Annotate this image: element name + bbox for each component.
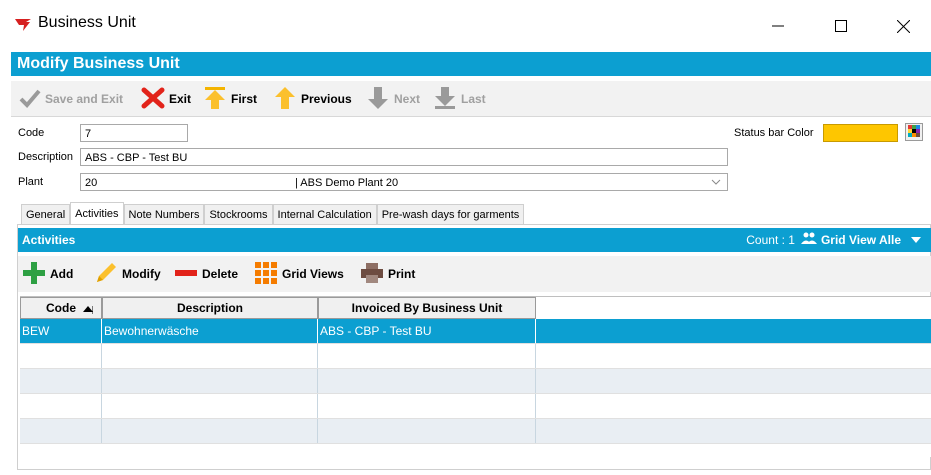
add-label: Add	[50, 267, 74, 281]
grid-view-selector[interactable]: Count : 1 Grid View Alle	[746, 228, 921, 252]
column-header-code[interactable]: Code	[20, 297, 102, 319]
plant-name: | ABS Demo Plant 20	[295, 177, 399, 189]
arrow-up-icon	[273, 86, 301, 113]
cell-empty	[20, 394, 102, 418]
plant-code: 20	[85, 177, 98, 189]
tab-internal-calculation[interactable]: Internal Calculation	[272, 204, 377, 225]
table-row-empty	[20, 344, 931, 369]
tab-note-numbers[interactable]: Note Numbers	[123, 204, 205, 225]
cell-empty	[20, 369, 102, 393]
activities-grid: Code Description Invoiced By Business Un…	[20, 296, 931, 457]
delete-button[interactable]: Delete	[174, 262, 238, 286]
status-bar-color-label: Status bar Color	[734, 127, 814, 139]
cell-empty	[318, 394, 536, 418]
print-label: Print	[388, 267, 416, 281]
exit-label: Exit	[169, 92, 192, 106]
plant-select[interactable]: 20 | ABS Demo Plant 20	[80, 173, 728, 191]
save-and-exit-label: Save and Exit	[45, 92, 124, 106]
grid-view-label: Grid View Alle	[820, 233, 901, 247]
cell-empty	[102, 394, 318, 418]
tab-stockrooms[interactable]: Stockrooms	[204, 204, 273, 225]
modify-button[interactable]: Modify	[94, 262, 161, 286]
color-palette-button[interactable]	[905, 123, 923, 141]
window-titlebar: Business Unit	[0, 0, 931, 46]
table-row-empty	[20, 369, 931, 394]
cell-empty	[102, 369, 318, 393]
cell-empty	[318, 344, 536, 368]
print-button[interactable]: Print	[360, 262, 415, 286]
code-label: Code	[18, 127, 45, 139]
cell-empty	[318, 369, 536, 393]
main-toolbar: Save and Exit Exit First Previous Next L…	[11, 81, 931, 117]
description-label: Description	[18, 151, 74, 163]
cell-empty	[318, 419, 536, 443]
close-button[interactable]	[880, 10, 926, 42]
cell-invoiced-by: ABS - CBP - Test BU	[318, 319, 536, 343]
status-bar-color-swatch[interactable]	[823, 124, 898, 142]
column-header-invoiced-by[interactable]: Invoiced By Business Unit	[318, 297, 536, 319]
window-title: Business Unit	[38, 14, 136, 31]
cell-empty	[20, 344, 102, 368]
page-title: Modify Business Unit	[11, 52, 931, 76]
chevron-down-icon	[711, 174, 721, 196]
activities-header: Activities Count : 1 Grid View Alle	[18, 228, 931, 252]
grid-icon	[254, 261, 282, 288]
close-x-icon	[141, 87, 169, 112]
code-field[interactable]: 7	[80, 124, 188, 142]
table-row-empty	[20, 394, 931, 419]
last-label: Last	[461, 92, 486, 106]
tab-activities[interactable]: Activities	[70, 202, 124, 225]
minus-icon	[174, 261, 202, 288]
tab-general[interactable]: General	[21, 204, 71, 225]
minimize-button[interactable]	[755, 10, 801, 42]
exit-button[interactable]: Exit	[141, 87, 191, 111]
column-header-code-label: Code	[46, 301, 76, 315]
grid-views-button[interactable]: Grid Views	[254, 261, 344, 288]
column-header-description[interactable]: Description	[102, 297, 318, 319]
activities-title: Activities	[22, 233, 76, 247]
users-icon	[800, 228, 817, 252]
first-button[interactable]: First	[203, 86, 258, 113]
cell-description: Bewohnerwäsche	[102, 319, 318, 343]
table-row-empty	[20, 419, 931, 444]
first-label: First	[231, 92, 258, 106]
description-field[interactable]: ABS - CBP - Test BU	[80, 148, 728, 166]
checkmark-icon	[19, 88, 45, 111]
grid-toolbar: Add Modify Delete Grid Views Print	[18, 256, 931, 292]
cell-filler	[536, 319, 931, 343]
caret-down-icon	[911, 228, 921, 252]
cell-code: BEW	[20, 319, 102, 343]
printer-icon	[360, 262, 388, 287]
record-count: Count : 1	[746, 233, 795, 247]
cell-empty	[102, 419, 318, 443]
add-button[interactable]: Add	[22, 261, 74, 288]
sort-ascending-icon	[83, 300, 94, 320]
next-button[interactable]: Next	[366, 86, 421, 113]
next-label: Next	[394, 92, 421, 106]
app-logo-icon	[14, 18, 32, 32]
previous-label: Previous	[301, 92, 352, 106]
plus-icon	[22, 261, 50, 288]
save-and-exit-button[interactable]: Save and Exit	[19, 87, 123, 111]
arrow-to-bottom-icon	[433, 86, 461, 113]
modify-label: Modify	[122, 267, 161, 281]
cell-empty	[20, 419, 102, 443]
arrow-to-top-icon	[203, 86, 231, 113]
tab-bar: General Activities Note Numbers Stockroo…	[21, 202, 525, 225]
delete-label: Delete	[202, 267, 239, 281]
maximize-button[interactable]	[818, 10, 864, 42]
tab-pre-wash-days[interactable]: Pre-wash days for garments	[376, 204, 525, 225]
plant-label: Plant	[18, 176, 44, 188]
previous-button[interactable]: Previous	[273, 86, 352, 113]
grid-views-label: Grid Views	[282, 267, 344, 281]
arrow-down-icon	[366, 86, 394, 113]
table-row[interactable]: BEW Bewohnerwäsche ABS - CBP - Test BU	[20, 319, 931, 344]
last-button[interactable]: Last	[433, 86, 486, 113]
pencil-icon	[94, 261, 122, 288]
cell-empty	[102, 344, 318, 368]
grid-header: Code Description Invoiced By Business Un…	[20, 297, 536, 319]
color-palette-icon	[908, 124, 920, 140]
